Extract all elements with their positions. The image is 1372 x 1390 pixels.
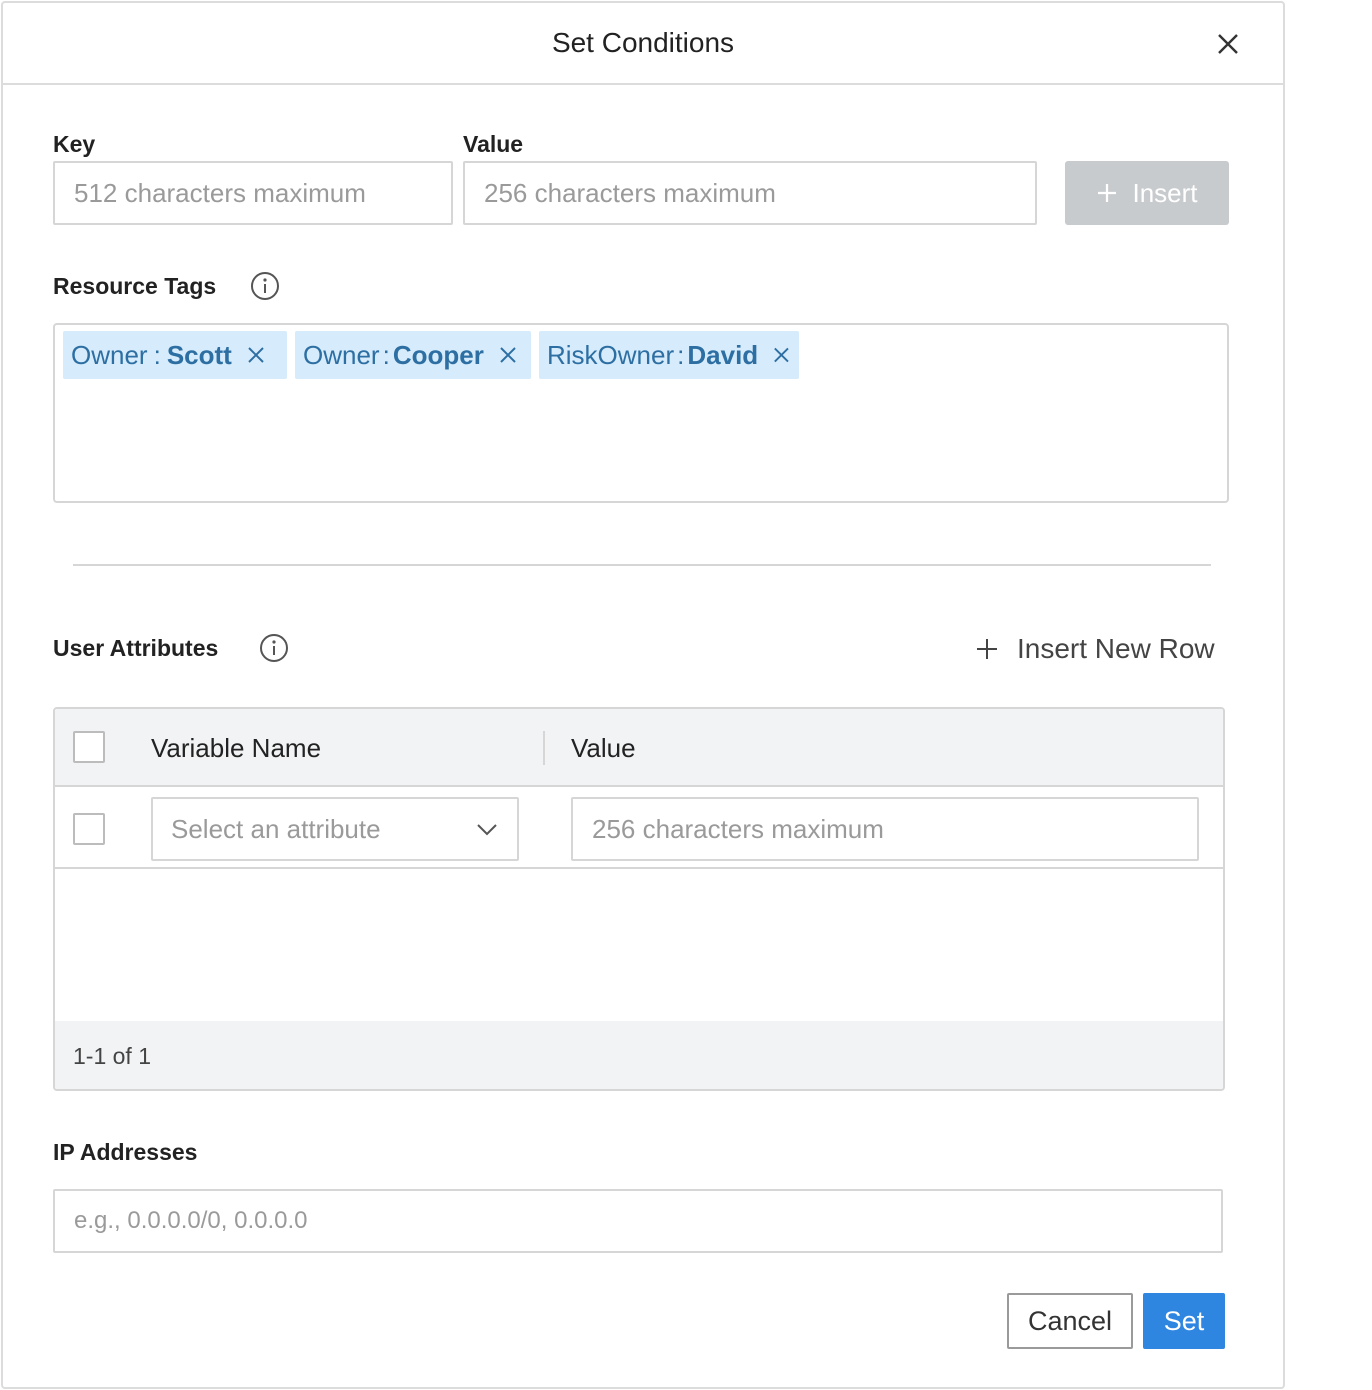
insert-button[interactable]: Insert (1065, 161, 1229, 225)
chevron-down-icon (477, 824, 497, 836)
table-row: Select an attribute (55, 789, 1223, 869)
tag-value: Cooper (392, 339, 484, 370)
key-label: Key (53, 131, 96, 157)
info-icon[interactable] (250, 271, 280, 301)
set-conditions-dialog: Set Conditions Key Value Insert Resource… (1, 1, 1285, 1389)
set-button[interactable]: Set (1143, 1293, 1225, 1349)
insert-button-label: Insert (1132, 177, 1198, 208)
plus-icon (977, 639, 997, 659)
remove-tag-icon[interactable] (772, 345, 791, 365)
cancel-button[interactable]: Cancel (1007, 1293, 1133, 1349)
tag-key: Owner (71, 339, 148, 370)
column-header-value: Value (571, 733, 636, 763)
tag-separator: : (153, 339, 161, 370)
insert-new-row-button[interactable]: Insert New Row (975, 631, 1215, 667)
tag-value: David (687, 339, 759, 370)
column-divider (543, 731, 545, 765)
section-divider (73, 564, 1211, 566)
resource-tag: Owner : Cooper (295, 331, 531, 379)
user-attributes-label: User Attributes (53, 635, 219, 661)
attribute-select[interactable]: Select an attribute (151, 797, 519, 861)
dialog-header: Set Conditions (3, 3, 1283, 85)
insert-new-row-label: Insert New Row (1017, 633, 1215, 664)
ip-addresses-input[interactable] (53, 1189, 1223, 1253)
table-pagination: 1-1 of 1 (55, 1021, 1223, 1089)
attribute-value-input[interactable] (571, 797, 1199, 861)
value-input[interactable] (463, 161, 1037, 225)
remove-tag-icon[interactable] (246, 345, 266, 365)
resource-tags-box[interactable]: Owner : Scott Owner : Cooper RiskOwner :… (53, 323, 1229, 503)
dialog-title: Set Conditions (551, 27, 735, 58)
resource-tag: RiskOwner : David (539, 331, 799, 379)
resource-tag: Owner : Scott (63, 331, 287, 379)
key-input[interactable] (53, 161, 453, 225)
user-attributes-table: Variable Name Value Select an attribute … (53, 707, 1225, 1091)
select-all-checkbox[interactable] (73, 731, 105, 763)
tag-separator: : (677, 339, 685, 370)
plus-icon (1098, 184, 1117, 202)
column-header-variable-name: Variable Name (151, 733, 322, 763)
tag-key: RiskOwner (547, 339, 675, 370)
tag-value: Scott (166, 339, 232, 370)
info-icon[interactable] (259, 633, 289, 663)
row-checkbox[interactable] (73, 813, 105, 845)
attribute-select-placeholder: Select an attribute (171, 813, 381, 844)
remove-tag-icon[interactable] (498, 345, 518, 365)
resource-tags-label: Resource Tags (53, 273, 217, 299)
tag-separator: : (382, 339, 390, 370)
tag-key: Owner (303, 339, 380, 370)
close-icon[interactable] (1211, 27, 1245, 61)
ip-addresses-label: IP Addresses (53, 1139, 198, 1165)
table-header: Variable Name Value (55, 709, 1223, 787)
value-label: Value (463, 131, 524, 157)
